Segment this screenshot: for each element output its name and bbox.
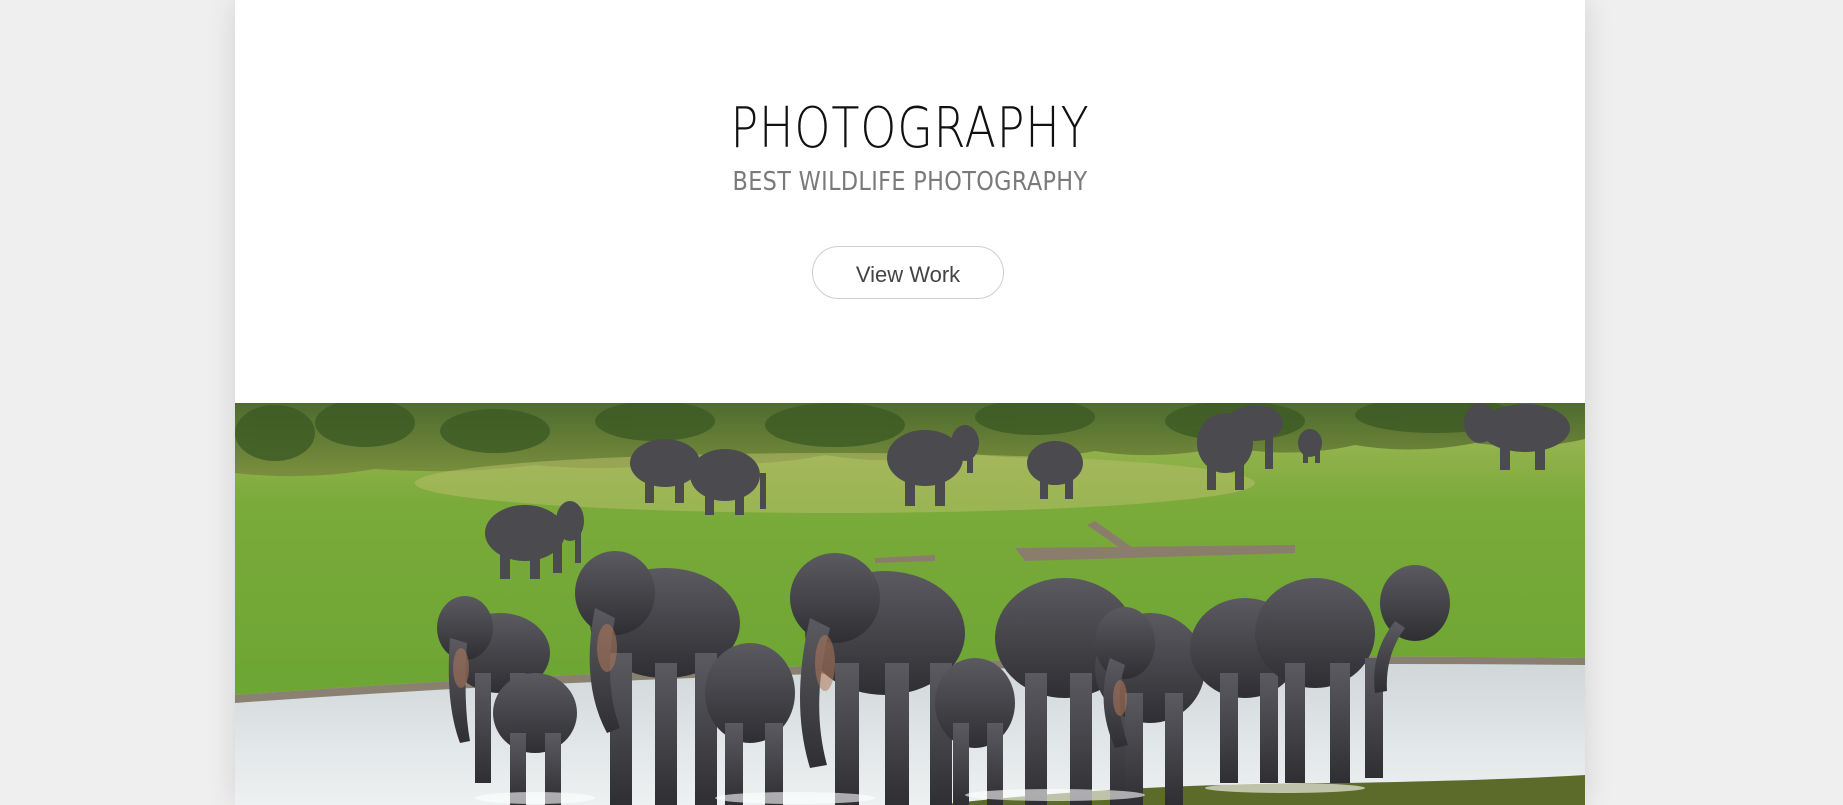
view-work-button[interactable]: View Work [812, 246, 1004, 299]
hero-section: PHOTOGRAPHY BEST WILDLIFE PHOTOGRAPHY Vi… [235, 0, 1585, 403]
page-title: PHOTOGRAPHY [730, 96, 1090, 161]
page-card: PHOTOGRAPHY BEST WILDLIFE PHOTOGRAPHY Vi… [235, 0, 1585, 805]
page-subtitle: BEST WILDLIFE PHOTOGRAPHY [732, 167, 1088, 197]
elephant-herd-photo [235, 403, 1585, 805]
